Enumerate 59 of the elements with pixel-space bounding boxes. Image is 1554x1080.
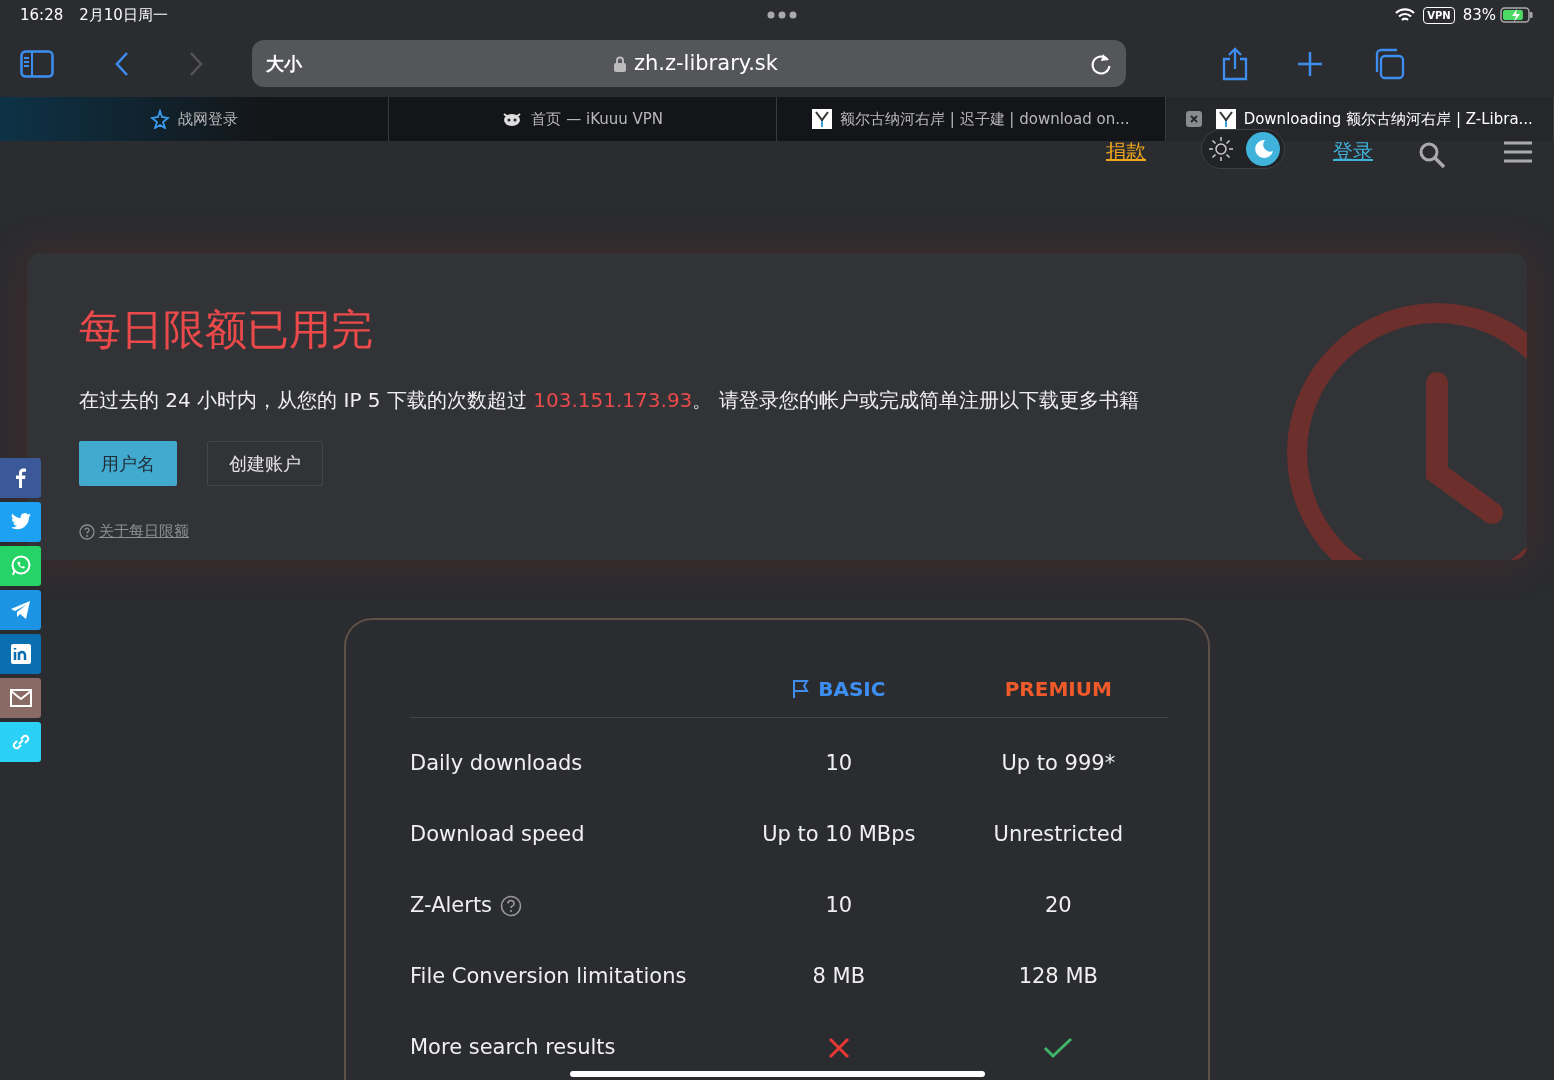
feature-label: Daily downloads [410,749,583,777]
create-account-button[interactable]: 创建账户 [207,441,323,487]
envelope-icon [8,686,33,710]
linkedin-share-button[interactable] [0,634,41,674]
letter-tile-icon [812,109,832,129]
flag-icon [792,678,811,699]
sidebar-icon [20,49,54,78]
new-tab-icon[interactable] [1297,50,1323,77]
text-size-label: 大小 [266,52,302,76]
tabs-icon[interactable] [1373,47,1405,80]
battery-percent: 83% [1462,4,1496,26]
feature-value: Unrestricted [992,820,1124,848]
close-icon[interactable] [1185,111,1202,127]
feature-value: Up to 10 MBps [761,820,917,848]
menu-icon[interactable] [1504,141,1532,163]
theme-toggle[interactable] [1201,129,1285,169]
plan-heading: PREMIUM [1003,675,1113,703]
help-link[interactable]: 关于每日限额 [79,520,189,543]
browser-tab[interactable]: 战网登录 [0,97,389,141]
feature-label: More search results [410,1033,616,1061]
email-share-button[interactable] [0,678,41,718]
help-icon[interactable] [500,894,523,917]
login-link[interactable]: 登录 [1333,141,1373,161]
feature-value: 8 MB [811,962,867,990]
linkedin-icon [8,642,33,666]
feature-value: 10 [824,891,854,919]
wifi-icon [1395,7,1416,23]
sun-icon [1206,134,1236,164]
feature-value: 10 [824,749,854,777]
status-date: 2月10日周一 [79,4,168,26]
battery-icon [1500,7,1534,23]
status-time: 16:28 [20,4,64,26]
feature-label: Z-Alerts [410,891,493,919]
help-icon [79,523,95,540]
share-icon[interactable] [1221,46,1249,81]
more-dots-icon [766,11,797,19]
url-text: zh.z-library.sk [634,49,778,77]
address-bar[interactable]: 大小 zh.z-library.sk [252,40,1126,87]
feature-label: Download speed [410,820,585,848]
username-button[interactable]: 用户名 [79,441,177,487]
moon-icon [1246,132,1280,166]
feature-value: 20 [1043,891,1073,919]
search-icon[interactable] [1418,141,1446,169]
back-icon[interactable] [114,50,130,77]
browser-tab[interactable]: Downloading 额尔古纳河右岸 | Z-Libra... [1165,97,1554,141]
letter-tile-icon [1215,109,1236,129]
feature-value: 128 MB [1017,962,1099,990]
feature-label: File Conversion limitations [410,962,687,990]
alert-message: 在过去的 24 小时内，从您的 IP 5 下载的次数超过 103.151.173.93。 请登录您的帐户或完成简单注册以下载更多书籍 [79,387,1140,415]
alert-title: 每日限额已用完 [79,305,374,356]
telegram-share-button[interactable] [0,590,41,630]
twitter-share-button[interactable] [0,502,41,542]
lock-icon [614,55,626,72]
sidebar-button[interactable] [20,49,54,78]
feature-value: Up to 999* [1000,749,1117,777]
facebook-share-button[interactable] [0,458,41,498]
vpn-badge: VPN [1423,6,1455,24]
donate-link[interactable]: 捐款 [1106,141,1146,161]
plan-heading: BASIC [818,675,886,703]
